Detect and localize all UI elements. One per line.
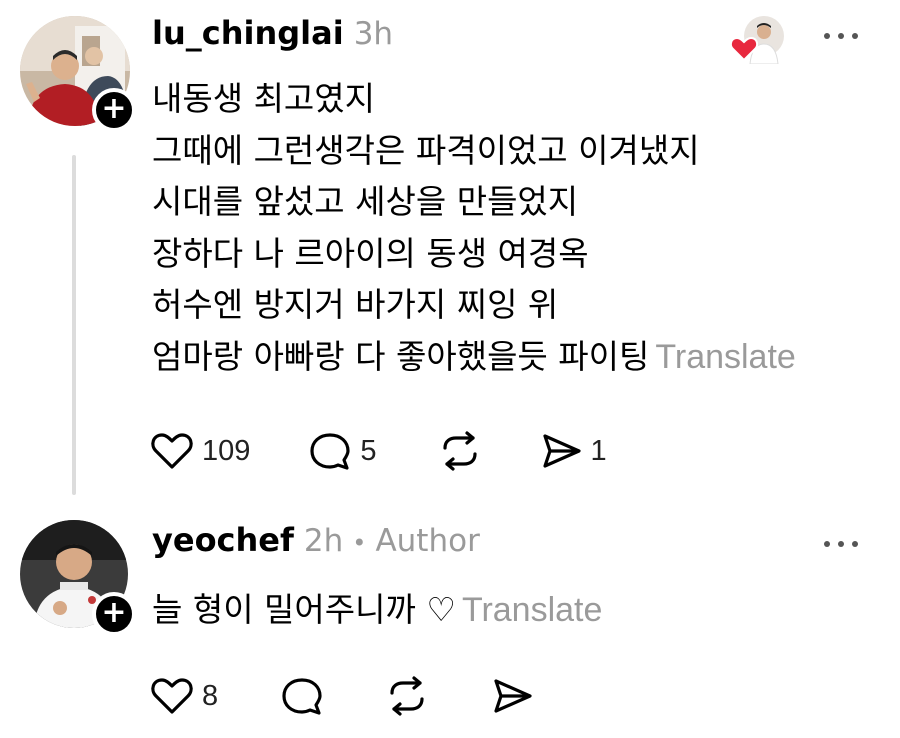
follow-plus-button[interactable]: +: [92, 88, 136, 132]
repost-icon: [442, 431, 477, 471]
post-body: 늘 형이 밀어주니까 ♡ Translate: [152, 584, 602, 637]
repost-button[interactable]: [437, 430, 483, 472]
username[interactable]: yeochef: [152, 521, 294, 559]
more-options-icon: [824, 33, 830, 39]
like-count: 8: [202, 679, 219, 712]
repost-button[interactable]: [384, 675, 430, 717]
action-bar: 109 5 1: [150, 426, 607, 476]
post-line: 늘 형이 밀어주니까 ♡: [152, 590, 456, 629]
post-line: 시대를 앞섰고 세상을 만들었지: [152, 182, 579, 221]
send-icon: [542, 434, 581, 468]
more-options-icon: [824, 541, 830, 547]
heart-outline-icon: [151, 678, 193, 714]
timestamp: 2h: [303, 523, 344, 559]
like-button[interactable]: 8: [150, 676, 218, 716]
post-line: 내동생 최고였지: [152, 79, 376, 118]
separator-dot: •: [352, 529, 367, 557]
like-count: 109: [202, 434, 251, 467]
comment-button[interactable]: 5: [308, 430, 377, 472]
username[interactable]: lu_chinglai: [152, 14, 344, 52]
share-count: 1: [590, 434, 607, 467]
thread-connector-line: [72, 155, 76, 495]
translate-link[interactable]: Translate: [462, 591, 602, 629]
more-options-button[interactable]: [824, 33, 858, 39]
share-button[interactable]: 1: [539, 431, 607, 471]
post-line: 장하다 나 르아이의 동생 여경옥: [152, 233, 589, 273]
red-heart-icon: [730, 36, 758, 62]
post-body: 내동생 최고였지 그때에 그런생각은 파격이었고 이겨냈지 시대를 앞섰고 세상…: [152, 73, 796, 383]
send-icon: [494, 679, 532, 713]
plus-icon: +: [101, 595, 127, 630]
comment-count: 5: [360, 434, 377, 467]
action-bar: 8: [150, 671, 534, 721]
post-line: 허수엔 방지거 바가지 찌잉 위: [152, 285, 559, 324]
reply-post: + lu_chinglai 3h 내동생 최고였지 그때에 그런생각은 파격이었…: [0, 0, 900, 505]
share-button[interactable]: [490, 676, 534, 716]
speech-bubble-icon: [282, 678, 322, 715]
post-header: lu_chinglai 3h: [152, 14, 393, 64]
repost-icon: [390, 676, 424, 716]
post-line: 엄마랑 아빠랑 다 좋아했을듯 파이팅: [152, 336, 650, 376]
author-badge: Author: [375, 523, 480, 559]
post-line: 그때에 그런생각은 파격이었고 이겨냈지: [152, 130, 700, 170]
follow-plus-button[interactable]: +: [92, 592, 136, 636]
like-button[interactable]: 109: [150, 431, 250, 471]
reply-post: + yeochef 2h • Author 늘 형이 밀어주니까 ♡ Transl…: [0, 505, 900, 738]
timestamp: 3h: [353, 16, 394, 52]
heart-outline-icon: [151, 433, 193, 469]
comment-button[interactable]: [280, 675, 324, 717]
speech-bubble-icon: [310, 433, 350, 470]
post-header: yeochef 2h • Author: [152, 521, 480, 571]
translate-link[interactable]: Translate: [655, 338, 795, 376]
plus-icon: +: [101, 91, 127, 126]
more-options-button[interactable]: [824, 541, 858, 547]
author-liked-indicator: [730, 14, 784, 65]
